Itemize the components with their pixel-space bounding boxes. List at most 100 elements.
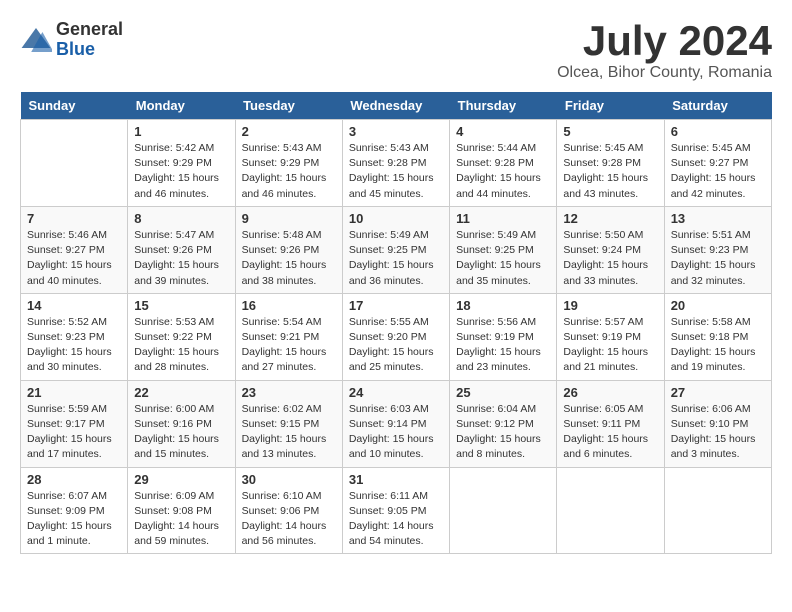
- day-info: Sunrise: 5:48 AMSunset: 9:26 PMDaylight:…: [242, 228, 336, 289]
- calendar-cell: 18 Sunrise: 5:56 AMSunset: 9:19 PMDayligh…: [450, 293, 557, 380]
- day-number: 25: [456, 385, 550, 400]
- day-number: 14: [27, 298, 121, 313]
- day-number: 22: [134, 385, 228, 400]
- calendar-cell: 13 Sunrise: 5:51 AMSunset: 9:23 PMDayligh…: [664, 206, 771, 293]
- calendar-week-row: 21 Sunrise: 5:59 AMSunset: 9:17 PMDayligh…: [21, 380, 772, 467]
- day-number: 21: [27, 385, 121, 400]
- day-number: 26: [563, 385, 657, 400]
- day-info: Sunrise: 5:56 AMSunset: 9:19 PMDaylight:…: [456, 315, 550, 376]
- day-info: Sunrise: 5:52 AMSunset: 9:23 PMDaylight:…: [27, 315, 121, 376]
- day-info: Sunrise: 6:05 AMSunset: 9:11 PMDaylight:…: [563, 402, 657, 463]
- day-info: Sunrise: 6:04 AMSunset: 9:12 PMDaylight:…: [456, 402, 550, 463]
- day-info: Sunrise: 6:00 AMSunset: 9:16 PMDaylight:…: [134, 402, 228, 463]
- day-info: Sunrise: 5:53 AMSunset: 9:22 PMDaylight:…: [134, 315, 228, 376]
- col-friday: Friday: [557, 92, 664, 120]
- logo-general-text: General: [56, 20, 123, 40]
- calendar-cell: 6Sunrise: 5:45 AMSunset: 9:27 PMDaylight…: [664, 120, 771, 207]
- calendar-cell: 14 Sunrise: 5:52 AMSunset: 9:23 PMDayligh…: [21, 293, 128, 380]
- day-number: 10: [349, 211, 443, 226]
- col-wednesday: Wednesday: [342, 92, 449, 120]
- day-info: Sunrise: 5:51 AMSunset: 9:23 PMDaylight:…: [671, 228, 765, 289]
- calendar-cell: 9 Sunrise: 5:48 AMSunset: 9:26 PMDaylight…: [235, 206, 342, 293]
- day-info: Sunrise: 5:46 AMSunset: 9:27 PMDaylight:…: [27, 228, 121, 289]
- calendar-cell: 17Sunrise: 5:55 AMSunset: 9:20 PMDayligh…: [342, 293, 449, 380]
- day-number: 13: [671, 211, 765, 226]
- day-info: Sunrise: 5:44 AMSunset: 9:28 PMDaylight:…: [456, 141, 550, 202]
- day-number: 30: [242, 472, 336, 487]
- day-number: 18: [456, 298, 550, 313]
- day-number: 11: [456, 211, 550, 226]
- day-info: Sunrise: 5:58 AMSunset: 9:18 PMDaylight:…: [671, 315, 765, 376]
- calendar-cell: 12 Sunrise: 5:50 AMSunset: 9:24 PMDayligh…: [557, 206, 664, 293]
- header: General Blue July 2024 Olcea, Bihor Coun…: [20, 20, 772, 82]
- calendar-cell: [21, 120, 128, 207]
- day-number: 7: [27, 211, 121, 226]
- calendar-cell: 15 Sunrise: 5:53 AMSunset: 9:22 PMDayligh…: [128, 293, 235, 380]
- calendar-cell: 1Sunrise: 5:42 AMSunset: 9:29 PMDaylight…: [128, 120, 235, 207]
- day-info: Sunrise: 6:09 AMSunset: 9:08 PMDaylight:…: [134, 489, 228, 550]
- day-number: 27: [671, 385, 765, 400]
- day-number: 23: [242, 385, 336, 400]
- day-number: 20: [671, 298, 765, 313]
- col-monday: Monday: [128, 92, 235, 120]
- day-info: Sunrise: 5:49 AMSunset: 9:25 PMDaylight:…: [456, 228, 550, 289]
- calendar-cell: 24 Sunrise: 6:03 AMSunset: 9:14 PMDayligh…: [342, 380, 449, 467]
- calendar-cell: 11 Sunrise: 5:49 AMSunset: 9:25 PMDayligh…: [450, 206, 557, 293]
- day-info: Sunrise: 6:06 AMSunset: 9:10 PMDaylight:…: [671, 402, 765, 463]
- calendar-cell: 21 Sunrise: 5:59 AMSunset: 9:17 PMDayligh…: [21, 380, 128, 467]
- day-number: 1: [134, 124, 228, 139]
- calendar-table: Sunday Monday Tuesday Wednesday Thursday…: [20, 92, 772, 554]
- calendar-cell: 28Sunrise: 6:07 AMSunset: 9:09 PMDayligh…: [21, 467, 128, 554]
- calendar-cell: 31 Sunrise: 6:11 AMSunset: 9:05 PMDayligh…: [342, 467, 449, 554]
- logo: General Blue: [20, 20, 123, 60]
- day-info: Sunrise: 6:03 AMSunset: 9:14 PMDaylight:…: [349, 402, 443, 463]
- day-info: Sunrise: 6:07 AMSunset: 9:09 PMDaylight:…: [27, 489, 121, 550]
- day-info: Sunrise: 5:47 AMSunset: 9:26 PMDaylight:…: [134, 228, 228, 289]
- day-info: Sunrise: 6:10 AMSunset: 9:06 PMDaylight:…: [242, 489, 336, 550]
- day-number: 4: [456, 124, 550, 139]
- day-info: Sunrise: 5:50 AMSunset: 9:24 PMDaylight:…: [563, 228, 657, 289]
- day-info: Sunrise: 6:11 AMSunset: 9:05 PMDaylight:…: [349, 489, 443, 550]
- calendar-cell: 27 Sunrise: 6:06 AMSunset: 9:10 PMDayligh…: [664, 380, 771, 467]
- day-number: 24: [349, 385, 443, 400]
- calendar-week-row: 1Sunrise: 5:42 AMSunset: 9:29 PMDaylight…: [21, 120, 772, 207]
- day-info: Sunrise: 5:43 AMSunset: 9:29 PMDaylight:…: [242, 141, 336, 202]
- col-thursday: Thursday: [450, 92, 557, 120]
- day-number: 12: [563, 211, 657, 226]
- day-number: 29: [134, 472, 228, 487]
- subtitle: Olcea, Bihor County, Romania: [557, 64, 772, 82]
- day-number: 9: [242, 211, 336, 226]
- calendar-header-row: Sunday Monday Tuesday Wednesday Thursday…: [21, 92, 772, 120]
- page-container: General Blue July 2024 Olcea, Bihor Coun…: [20, 20, 772, 554]
- col-sunday: Sunday: [21, 92, 128, 120]
- calendar-cell: 19 Sunrise: 5:57 AMSunset: 9:19 PMDayligh…: [557, 293, 664, 380]
- calendar-cell: 26 Sunrise: 6:05 AMSunset: 9:11 PMDayligh…: [557, 380, 664, 467]
- calendar-cell: 22 Sunrise: 6:00 AMSunset: 9:16 PMDayligh…: [128, 380, 235, 467]
- day-info: Sunrise: 5:57 AMSunset: 9:19 PMDaylight:…: [563, 315, 657, 376]
- main-title: July 2024: [557, 20, 772, 62]
- title-section: July 2024 Olcea, Bihor County, Romania: [557, 20, 772, 82]
- day-number: 31: [349, 472, 443, 487]
- day-number: 19: [563, 298, 657, 313]
- day-info: Sunrise: 5:59 AMSunset: 9:17 PMDaylight:…: [27, 402, 121, 463]
- calendar-cell: [557, 467, 664, 554]
- calendar-cell: 3Sunrise: 5:43 AMSunset: 9:28 PMDaylight…: [342, 120, 449, 207]
- day-info: Sunrise: 5:49 AMSunset: 9:25 PMDaylight:…: [349, 228, 443, 289]
- logo-icon: [20, 24, 52, 56]
- calendar-cell: 5Sunrise: 5:45 AMSunset: 9:28 PMDaylight…: [557, 120, 664, 207]
- calendar-cell: 20 Sunrise: 5:58 AMSunset: 9:18 PMDayligh…: [664, 293, 771, 380]
- logo-blue-text: Blue: [56, 40, 123, 60]
- calendar-cell: 2Sunrise: 5:43 AMSunset: 9:29 PMDaylight…: [235, 120, 342, 207]
- calendar-cell: 16 Sunrise: 5:54 AMSunset: 9:21 PMDayligh…: [235, 293, 342, 380]
- calendar-week-row: 7 Sunrise: 5:46 AMSunset: 9:27 PMDaylight…: [21, 206, 772, 293]
- day-number: 5: [563, 124, 657, 139]
- day-info: Sunrise: 5:54 AMSunset: 9:21 PMDaylight:…: [242, 315, 336, 376]
- calendar-cell: 10 Sunrise: 5:49 AMSunset: 9:25 PMDayligh…: [342, 206, 449, 293]
- day-number: 15: [134, 298, 228, 313]
- day-number: 3: [349, 124, 443, 139]
- day-number: 16: [242, 298, 336, 313]
- day-number: 6: [671, 124, 765, 139]
- day-info: Sunrise: 5:55 AMSunset: 9:20 PMDaylight:…: [349, 315, 443, 376]
- col-tuesday: Tuesday: [235, 92, 342, 120]
- calendar-cell: 30 Sunrise: 6:10 AMSunset: 9:06 PMDayligh…: [235, 467, 342, 554]
